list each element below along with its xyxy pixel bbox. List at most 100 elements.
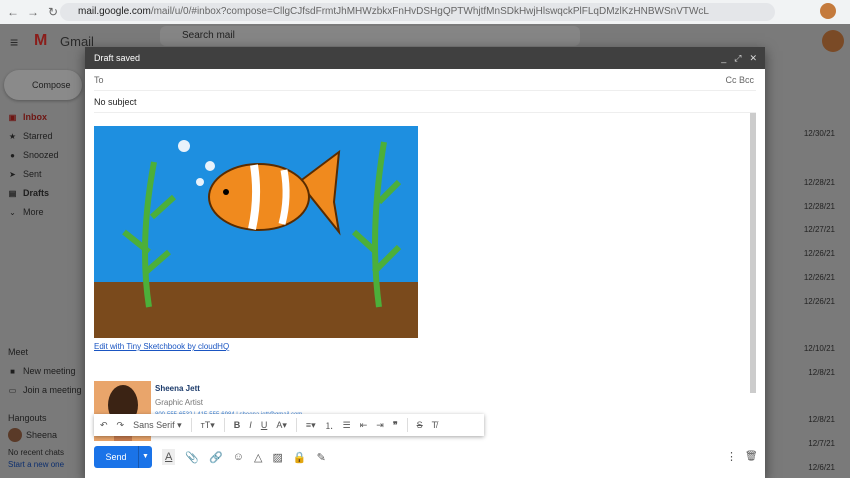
text-size-icon[interactable]: тT▾ [201, 420, 215, 431]
sidebar-item-more[interactable]: ⌄ More [8, 207, 43, 217]
to-label: To [94, 75, 104, 85]
new-meeting-button[interactable]: ■ New meeting [8, 366, 76, 376]
formatting-options-icon[interactable]: A [162, 449, 176, 465]
email-date: 12/27/21 [803, 225, 835, 234]
indent-more-icon[interactable]: ⇥ [376, 420, 384, 431]
send-options-chevron-icon[interactable]: ▼ [138, 446, 152, 468]
signature-name: Sheena Jett [155, 384, 200, 393]
scrollbar[interactable] [750, 113, 756, 393]
forward-icon[interactable]: → [26, 5, 40, 19]
text-color-icon[interactable]: A▾ [276, 420, 287, 431]
bold-icon[interactable]: B [234, 420, 241, 430]
compose-header: Draft saved _ ⤢ ✕ [85, 47, 765, 69]
gmail-logo-icon: M [34, 32, 48, 49]
emoji-icon[interactable]: ☺ [233, 451, 244, 463]
meet-label: New meeting [23, 366, 76, 376]
avatar[interactable] [822, 30, 844, 52]
start-new-chat-link[interactable]: Start a new one [8, 460, 64, 469]
font-label: Sans Serif [133, 419, 175, 430]
compose-title: Draft saved [94, 53, 141, 63]
sidebar-label: Drafts [23, 188, 50, 198]
email-date: 12/6/21 [808, 463, 835, 472]
attach-icon[interactable]: 📎 [185, 451, 199, 464]
hangouts-avatar [8, 428, 22, 442]
email-date: 12/26/21 [803, 249, 835, 258]
hangouts-user-name: Sheena [26, 430, 58, 440]
url-path: /mail/u/0/#inbox?compose=CllgCJfsdFrmtJh… [150, 6, 709, 17]
divider [406, 418, 408, 432]
inbox-icon: ▣ [8, 112, 17, 122]
confidential-mode-icon[interactable]: 🔒 [293, 451, 307, 464]
send-icon: ➤ [9, 169, 16, 179]
formatting-toolbar: ↶ ↷ Sans Serif ▾ тT▾ B I U A▾ ≡▾ ⒈ ☰ ⇤ ⇥… [94, 414, 484, 436]
back-icon[interactable]: ← [6, 5, 20, 19]
meet-label: Join a meeting [23, 385, 82, 395]
sidebar-item-sent[interactable]: ➤ Sent [8, 169, 41, 179]
more-options-icon[interactable]: ⋮ [726, 450, 737, 463]
divider [223, 418, 225, 432]
ground [94, 282, 418, 338]
sidebar-item-snoozed[interactable]: ● Snoozed [8, 150, 59, 160]
menu-icon[interactable]: ≡ [10, 34, 18, 50]
compose-label: Compose [32, 80, 71, 90]
underline-icon[interactable]: U [261, 420, 268, 430]
url-host: mail.google.com [78, 6, 151, 17]
align-icon[interactable]: ≡▾ [306, 420, 316, 431]
indent-less-icon[interactable]: ⇤ [360, 420, 368, 431]
search-input[interactable]: Search mail [160, 26, 580, 46]
to-field[interactable]: To Cc Bcc [94, 69, 756, 91]
sidebar-label: Starred [23, 131, 53, 141]
divider [190, 418, 192, 432]
meet-heading: Meet [8, 347, 29, 357]
undo-icon[interactable]: ↶ [100, 420, 108, 431]
email-date: 12/8/21 [808, 368, 835, 377]
draft-icon: ▤ [8, 188, 17, 198]
video-icon: ■ [10, 366, 15, 376]
close-icon[interactable]: ✕ [749, 47, 757, 69]
email-date: 12/26/21 [803, 297, 835, 306]
sidebar-item-starred[interactable]: ★ Starred [8, 131, 53, 141]
compose-button[interactable]: Compose [4, 70, 82, 100]
sidebar-item-inbox[interactable]: ▣ Inbox [8, 112, 47, 122]
redo-icon[interactable]: ↷ [117, 420, 125, 431]
quote-icon[interactable]: ❞ [393, 420, 398, 431]
email-date: 12/8/21 [808, 415, 835, 424]
remove-formatting-icon[interactable]: T̸ [432, 420, 438, 430]
cc-bcc-link[interactable]: Cc Bcc [725, 69, 754, 91]
profile-avatar[interactable] [820, 3, 836, 19]
subject-text: No subject [94, 97, 137, 107]
numbered-list-icon[interactable]: ⒈ [325, 419, 334, 432]
send-label: Send [105, 452, 127, 462]
message-body[interactable]: Edit with Tiny Sketchbook by cloudHQ She… [94, 113, 744, 441]
join-meeting-button[interactable]: ▭ Join a meeting [8, 385, 82, 395]
star-icon: ★ [8, 131, 17, 141]
reload-icon[interactable]: ↻ [46, 5, 60, 19]
hangouts-heading: Hangouts [8, 413, 47, 423]
email-date: 12/28/21 [803, 178, 835, 187]
expand-icon[interactable]: ⤢ [734, 47, 741, 69]
send-button[interactable]: Send ▼ [94, 446, 152, 468]
email-date: 12/26/21 [803, 273, 835, 282]
font-select[interactable]: Sans Serif ▾ [133, 420, 182, 431]
strikethrough-icon[interactable]: S [417, 420, 423, 430]
discard-draft-icon[interactable]: 🗑 [745, 451, 758, 462]
sidebar-label: Inbox [23, 112, 47, 122]
hangouts-user[interactable]: Sheena [8, 428, 57, 442]
divider [295, 418, 297, 432]
bulleted-list-icon[interactable]: ☰ [343, 420, 351, 431]
email-date: 12/30/21 [803, 129, 835, 138]
sidebar-label: Snoozed [23, 150, 59, 160]
signature-icon[interactable]: ✎ [317, 451, 326, 464]
address-bar[interactable]: mail.google.com/mail/u/0/#inbox?compose=… [60, 3, 775, 21]
link-icon[interactable]: 🔗 [209, 451, 223, 464]
minimize-icon[interactable]: _ [721, 47, 726, 69]
sidebar-item-drafts[interactable]: ▤ Drafts [8, 188, 49, 198]
sketch-image [94, 126, 418, 338]
italic-icon[interactable]: I [249, 420, 252, 430]
subject-field[interactable]: No subject [94, 91, 756, 113]
photo-icon[interactable]: ▨ [272, 451, 282, 464]
bubble [205, 161, 215, 171]
drive-icon[interactable]: △ [254, 451, 262, 464]
email-date: 12/10/21 [803, 344, 835, 353]
edit-sketch-link[interactable]: Edit with Tiny Sketchbook by cloudHQ [94, 342, 229, 351]
